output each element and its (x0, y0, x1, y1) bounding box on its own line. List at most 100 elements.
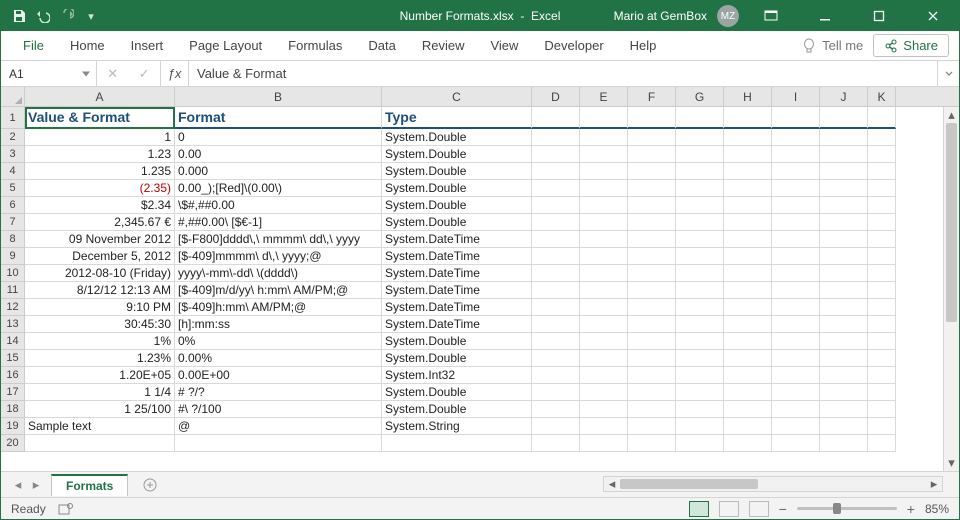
cell[interactable] (772, 107, 820, 129)
cell[interactable] (772, 231, 820, 248)
cell[interactable]: System.DateTime (382, 316, 532, 333)
cell[interactable]: #,##0.00\ [$€-1] (175, 214, 382, 231)
cell[interactable]: 9:10 PM (25, 299, 175, 316)
cell[interactable]: [$-409]h:mm\ AM/PM;@ (175, 299, 382, 316)
cell[interactable] (724, 333, 772, 350)
vscroll-track[interactable] (944, 123, 959, 455)
cell[interactable] (820, 107, 868, 129)
cell[interactable] (772, 146, 820, 163)
cell[interactable] (724, 248, 772, 265)
scroll-down-icon[interactable]: ▾ (944, 455, 959, 471)
cell[interactable]: 09 November 2012 (25, 231, 175, 248)
cell[interactable] (676, 299, 724, 316)
column-header-k[interactable]: K (868, 87, 896, 107)
zoom-slider[interactable] (797, 507, 897, 510)
cell[interactable] (772, 214, 820, 231)
select-all-button[interactable] (1, 87, 25, 107)
tab-insert[interactable]: Insert (119, 32, 176, 59)
cell[interactable] (724, 316, 772, 333)
cell[interactable] (580, 265, 628, 282)
cell[interactable] (772, 180, 820, 197)
column-header-b[interactable]: B (175, 87, 382, 107)
cell[interactable] (532, 282, 580, 299)
cell[interactable] (628, 107, 676, 129)
cell[interactable] (628, 197, 676, 214)
row-header[interactable]: 8 (1, 231, 25, 248)
cell[interactable]: December 5, 2012 (25, 248, 175, 265)
cell[interactable] (868, 180, 896, 197)
cell[interactable] (628, 367, 676, 384)
cell[interactable] (868, 384, 896, 401)
cell[interactable]: System.Double (382, 180, 532, 197)
cell[interactable] (820, 384, 868, 401)
cell[interactable]: System.Double (382, 214, 532, 231)
cell[interactable]: 1 (25, 129, 175, 146)
cell[interactable] (580, 163, 628, 180)
column-header-g[interactable]: G (676, 87, 724, 107)
cell[interactable] (628, 163, 676, 180)
row-header[interactable]: 3 (1, 146, 25, 163)
cell[interactable] (532, 299, 580, 316)
cell[interactable]: 2012-08-10 (Friday) (25, 265, 175, 282)
cell[interactable] (25, 435, 175, 452)
cell[interactable] (868, 214, 896, 231)
tab-file[interactable]: File (11, 32, 56, 59)
cell[interactable] (820, 299, 868, 316)
cell[interactable] (532, 197, 580, 214)
row-header[interactable]: 4 (1, 163, 25, 180)
save-icon[interactable] (11, 8, 27, 24)
cell[interactable] (532, 367, 580, 384)
tab-data[interactable]: Data (356, 32, 407, 59)
cell[interactable] (676, 282, 724, 299)
cell[interactable] (175, 435, 382, 452)
cell[interactable] (676, 384, 724, 401)
cell[interactable]: System.DateTime (382, 248, 532, 265)
cell[interactable] (724, 265, 772, 282)
cell[interactable] (532, 316, 580, 333)
cell[interactable]: 1.235 (25, 163, 175, 180)
cell[interactable] (868, 231, 896, 248)
close-icon[interactable] (911, 1, 955, 31)
cell[interactable] (628, 282, 676, 299)
cell[interactable] (532, 435, 580, 452)
zoom-out-icon[interactable]: − (779, 501, 787, 517)
cell[interactable] (628, 350, 676, 367)
cancel-formula-icon[interactable]: ✕ (107, 66, 118, 82)
cell[interactable] (724, 299, 772, 316)
row-header[interactable]: 7 (1, 214, 25, 231)
cell[interactable] (724, 418, 772, 435)
row-header[interactable]: 17 (1, 384, 25, 401)
cell[interactable] (628, 265, 676, 282)
cell[interactable]: 0.00 (175, 146, 382, 163)
cell[interactable] (724, 384, 772, 401)
cell[interactable] (724, 107, 772, 129)
cell[interactable] (580, 129, 628, 146)
cell[interactable] (772, 129, 820, 146)
cell[interactable] (820, 316, 868, 333)
cell[interactable] (628, 129, 676, 146)
ribbon-display-options-icon[interactable] (749, 1, 793, 31)
cell[interactable] (580, 384, 628, 401)
cell[interactable] (820, 282, 868, 299)
cell[interactable] (580, 299, 628, 316)
cell[interactable]: 0% (175, 333, 382, 350)
cell[interactable] (676, 401, 724, 418)
cell[interactable] (580, 231, 628, 248)
cell[interactable] (820, 214, 868, 231)
cell[interactable]: 1.23% (25, 350, 175, 367)
cell[interactable]: System.DateTime (382, 265, 532, 282)
cell[interactable] (628, 231, 676, 248)
cell[interactable] (820, 180, 868, 197)
formula-bar[interactable]: Value & Format (189, 61, 937, 86)
cell[interactable]: 0.00E+00 (175, 367, 382, 384)
cell[interactable] (532, 107, 580, 129)
row-header[interactable]: 18 (1, 401, 25, 418)
row-header[interactable]: 20 (1, 435, 25, 452)
cell[interactable] (580, 418, 628, 435)
cell[interactable] (532, 129, 580, 146)
hscroll-track[interactable] (620, 477, 926, 491)
cell[interactable]: System.DateTime (382, 282, 532, 299)
cell[interactable] (724, 146, 772, 163)
cell[interactable] (676, 333, 724, 350)
cell[interactable] (868, 350, 896, 367)
